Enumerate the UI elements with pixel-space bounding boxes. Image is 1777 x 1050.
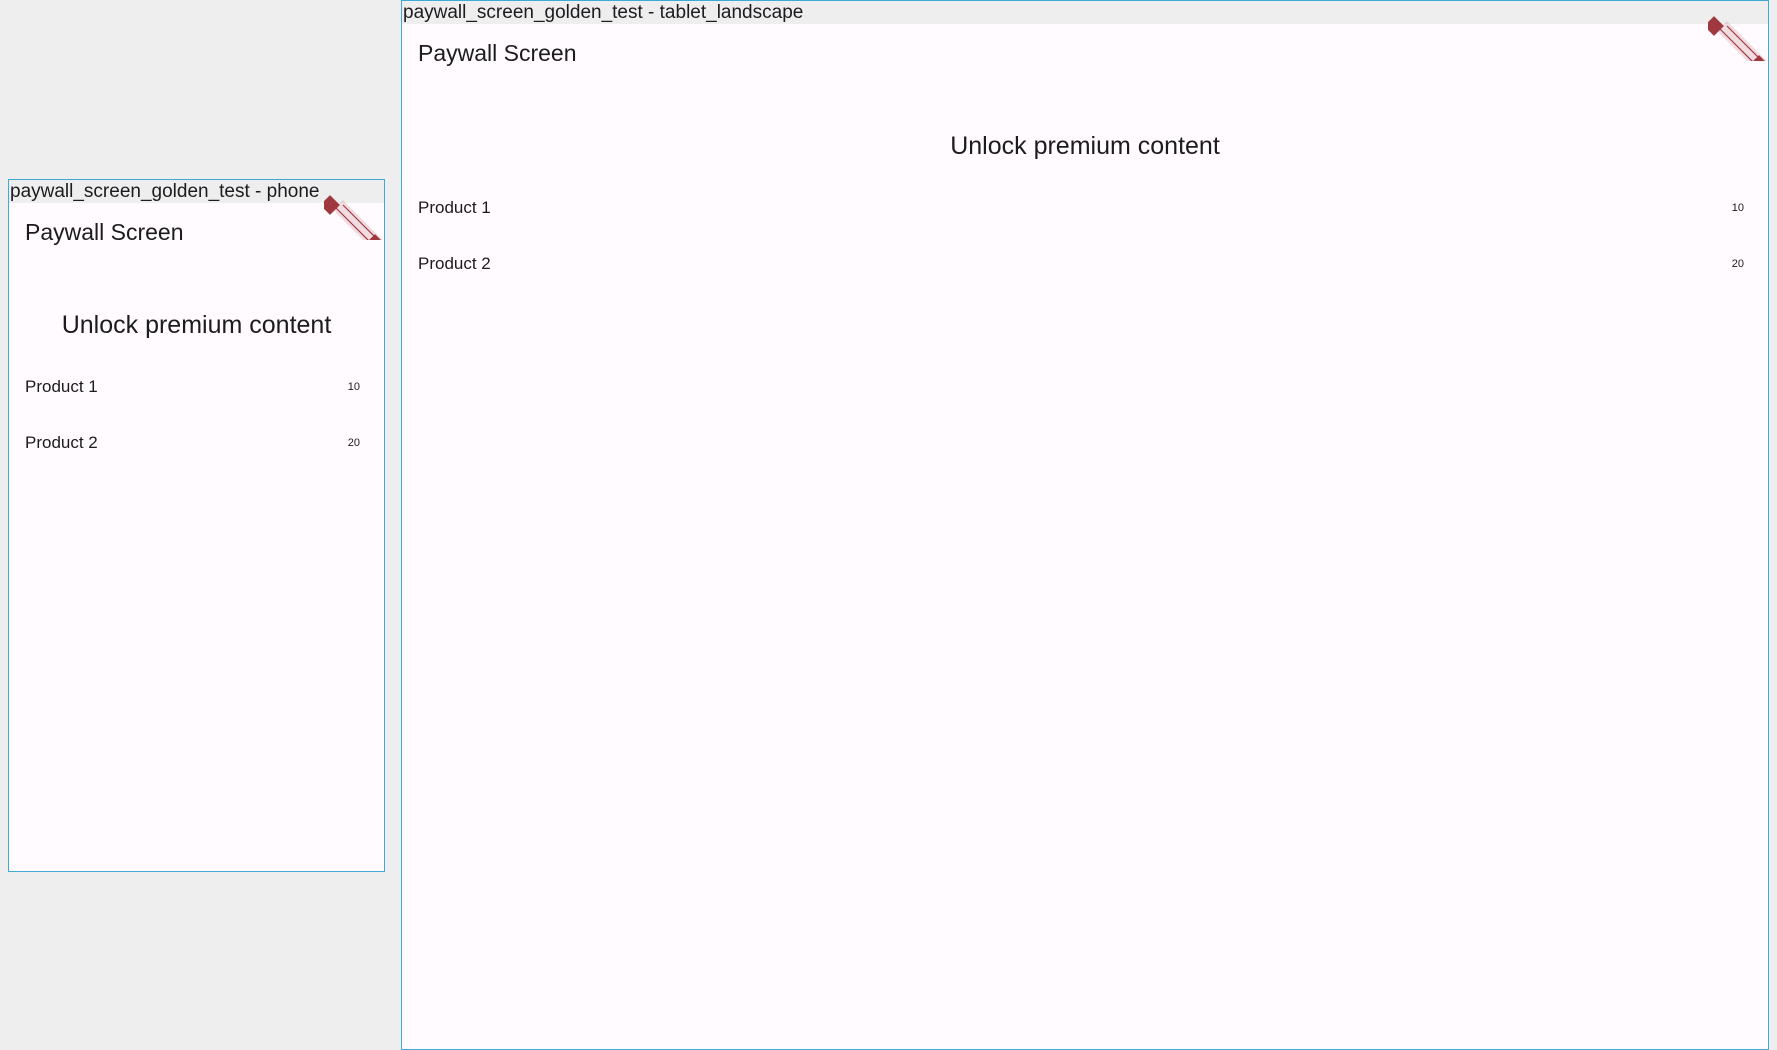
product-name: Product 2 <box>25 433 98 452</box>
app-bar-title: Paywall Screen <box>418 40 577 66</box>
app-bar-title: Paywall Screen <box>25 219 184 245</box>
product-list-item[interactable]: Product 2 20 <box>25 423 360 463</box>
product-price: 10 <box>347 381 360 393</box>
debug-banner-icon <box>324 195 384 240</box>
tablet-landscape-preview-frame: paywall_screen_golden_test - tablet_land… <box>401 0 1769 1050</box>
product-price: 20 <box>1731 258 1744 270</box>
product-name: Product 1 <box>25 377 98 396</box>
debug-banner-icon <box>1708 16 1768 61</box>
product-price: 20 <box>347 437 360 449</box>
product-list-item[interactable]: Product 1 10 <box>418 188 1744 228</box>
product-list-item[interactable]: Product 1 10 <box>25 367 360 407</box>
tablet-frame-label: paywall_screen_golden_test - tablet_land… <box>402 1 1768 24</box>
product-name: Product 1 <box>418 198 491 217</box>
product-list-item[interactable]: Product 2 20 <box>418 244 1744 284</box>
paywall-headline: Unlock premium content <box>950 132 1220 160</box>
product-name: Product 2 <box>418 254 491 273</box>
phone-preview-frame: paywall_screen_golden_test - phone Paywa… <box>8 179 385 872</box>
product-price: 10 <box>1731 202 1744 214</box>
paywall-headline: Unlock premium content <box>61 311 332 339</box>
